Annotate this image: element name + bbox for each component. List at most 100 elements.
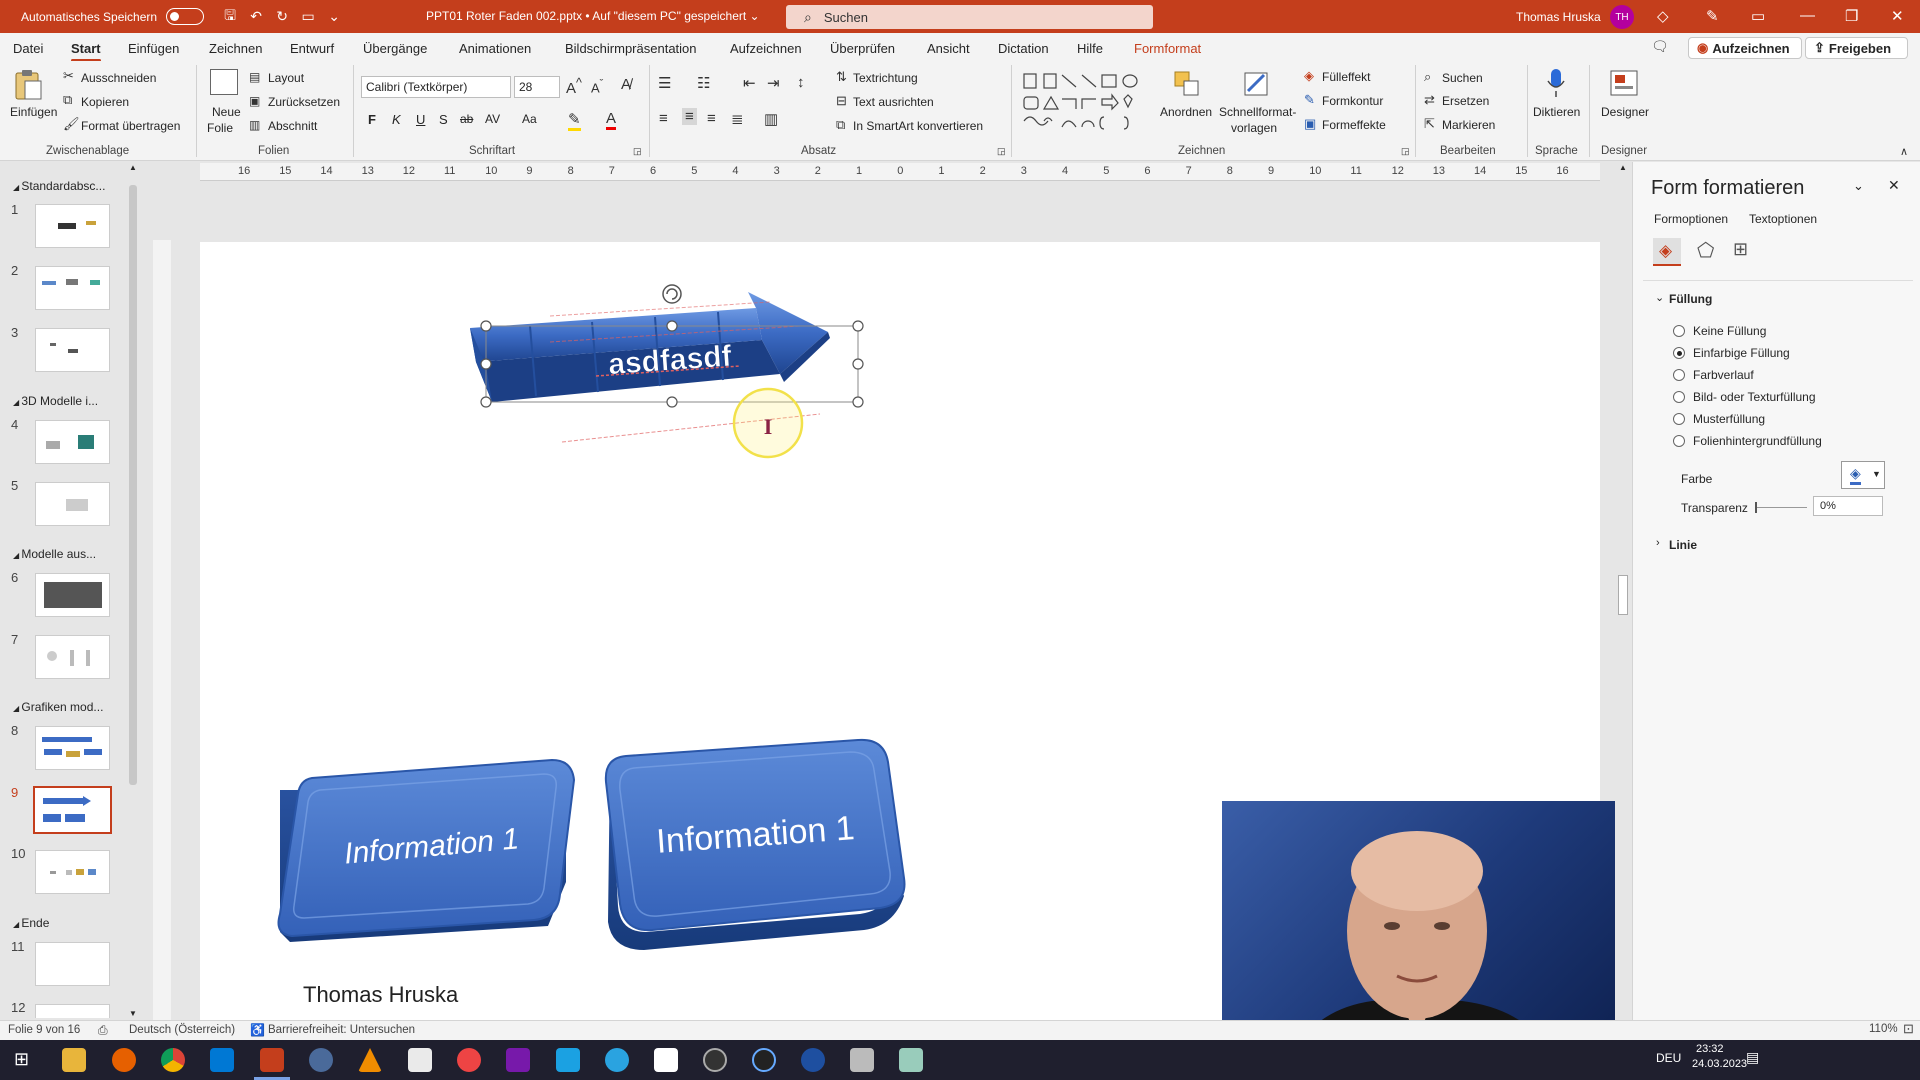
transparency-input[interactable]: 0% [1813, 496, 1883, 516]
slide-thumbnail[interactable] [35, 204, 110, 248]
format-painter-button[interactable]: Format übertragen [81, 119, 180, 133]
document-title[interactable]: PPT01 Roter Faden 002.pptx • Auf "diesem… [426, 9, 760, 23]
new-slide-icon[interactable] [210, 69, 238, 95]
file-explorer-icon[interactable] [62, 1048, 86, 1072]
scrollbar-thumb[interactable] [1618, 575, 1628, 615]
slide-scrollbar[interactable]: ▲ [1617, 163, 1629, 1020]
columns-icon[interactable]: ▥ [764, 110, 778, 128]
tab-einfuegen[interactable]: Einfügen [128, 41, 179, 56]
underline-button[interactable]: U [416, 112, 425, 127]
char-spacing-button[interactable]: AV [485, 112, 500, 126]
outlook-icon[interactable] [210, 1048, 234, 1072]
tray-language[interactable]: DEU [1656, 1051, 1681, 1065]
bold-button[interactable]: F [368, 112, 376, 127]
user-name[interactable]: Thomas Hruska [1516, 10, 1601, 24]
tab-datei[interactable]: Datei [13, 41, 43, 56]
fill-section-header[interactable]: Füllung [1669, 292, 1712, 306]
tab-text-options[interactable]: Textoptionen [1749, 212, 1817, 226]
font-dialog-launcher-icon[interactable]: ◲ [633, 146, 642, 157]
section-label[interactable]: Ende [13, 916, 49, 930]
section-label[interactable]: Standardabsc... [13, 179, 105, 193]
tab-hilfe[interactable]: Hilfe [1077, 41, 1103, 56]
radio-no-fill[interactable] [1673, 325, 1685, 337]
app-icon[interactable] [703, 1048, 727, 1072]
cut-button[interactable]: Ausschneiden [81, 71, 156, 85]
redo-icon[interactable]: ↻ [272, 8, 292, 25]
app-icon[interactable] [457, 1048, 481, 1072]
option-label[interactable]: Musterfüllung [1693, 412, 1765, 426]
shrink-font-icon[interactable]: Aˇ [591, 78, 603, 95]
radio-background-fill[interactable] [1673, 435, 1685, 447]
layout-button[interactable]: Layout [268, 71, 304, 85]
align-text-button[interactable]: Text ausrichten [853, 95, 934, 109]
fill-button[interactable]: Fülleffekt [1322, 70, 1370, 84]
scroll-up-icon[interactable]: ▲ [1619, 163, 1627, 172]
slide-thumbnail[interactable] [35, 573, 110, 617]
quick-styles-button-line2[interactable]: vorlagen [1231, 121, 1277, 135]
tab-start[interactable]: Start [71, 41, 101, 62]
pen-icon[interactable]: ✎ [1706, 7, 1719, 25]
section-button[interactable]: Abschnitt [268, 119, 317, 133]
autosave-toggle[interactable] [166, 8, 205, 25]
transparency-slider[interactable] [1755, 507, 1807, 508]
select-button[interactable]: Markieren [1442, 118, 1495, 132]
section-label[interactable]: 3D Modelle i... [13, 394, 98, 408]
customize-quick-access-icon[interactable]: ⌄ [324, 8, 344, 25]
windows-start-icon[interactable]: ⊞ [14, 1049, 29, 1070]
close-icon[interactable]: ✕ [1891, 7, 1904, 25]
tab-formformat[interactable]: Formformat [1134, 41, 1201, 56]
radio-gradient-fill[interactable] [1673, 369, 1685, 381]
tab-ansicht[interactable]: Ansicht [927, 41, 970, 56]
avatar[interactable]: TH [1610, 5, 1634, 29]
option-label[interactable]: Farbverlauf [1693, 368, 1754, 382]
section-label[interactable]: Grafiken mod... [13, 700, 103, 714]
font-color-icon[interactable]: A [606, 110, 617, 130]
tab-ueberpruefen[interactable]: Überprüfen [830, 41, 895, 56]
notifications-icon[interactable]: ▤ [1746, 1049, 1759, 1066]
radio-picture-fill[interactable] [1673, 391, 1685, 403]
grow-font-icon[interactable]: A^ [566, 76, 582, 97]
line-section-header[interactable]: Linie [1669, 538, 1697, 552]
radio-solid-fill[interactable] [1673, 347, 1685, 359]
slide-thumbnail[interactable] [35, 942, 110, 986]
radio-pattern-fill[interactable] [1673, 413, 1685, 425]
microphone-icon[interactable] [1545, 67, 1567, 99]
scrollbar-thumb[interactable] [129, 185, 137, 785]
color-picker-button[interactable]: ◈ ▼ [1841, 461, 1885, 489]
undo-icon[interactable]: ↶ [246, 8, 266, 25]
section-label[interactable]: Modelle aus... [13, 547, 96, 561]
tab-zeichnen[interactable]: Zeichnen [209, 41, 262, 56]
effects-button[interactable]: Formeffekte [1322, 118, 1386, 132]
slide-thumbnail-active[interactable] [33, 786, 112, 834]
app-icon[interactable] [408, 1048, 432, 1072]
option-label[interactable]: Einfarbige Füllung [1693, 346, 1790, 360]
pane-close-icon[interactable]: ✕ [1888, 177, 1900, 194]
comment-icon[interactable]: 🗨 [1651, 38, 1669, 55]
shape-gallery[interactable] [1020, 71, 1148, 141]
quick-styles-icon[interactable] [1242, 69, 1272, 99]
scroll-up-icon[interactable]: ▲ [129, 163, 137, 172]
app-icon[interactable] [801, 1048, 825, 1072]
thumbnail-scrollbar[interactable]: ▲ ▼ [128, 163, 138, 1018]
size-properties-icon[interactable]: ⊞ [1733, 239, 1748, 260]
vlc-icon[interactable] [358, 1048, 382, 1072]
replace-button[interactable]: Ersetzen [1442, 94, 1489, 108]
align-right-icon[interactable]: ≡ [707, 110, 716, 127]
app-icon[interactable] [850, 1048, 874, 1072]
chevron-down-icon[interactable]: ⌄ [1655, 291, 1664, 304]
text-direction-button[interactable]: Textrichtung [853, 71, 918, 85]
tab-uebergaenge[interactable]: Übergänge [363, 41, 427, 56]
align-center-icon[interactable]: ≡ [682, 108, 697, 125]
paste-button[interactable]: Einfügen [10, 105, 57, 119]
option-label[interactable]: Folienhintergrundfüllung [1693, 434, 1822, 448]
rotate-handle-icon[interactable] [662, 284, 682, 304]
zoom-level[interactable]: 110% [1869, 1023, 1898, 1035]
numbering-icon[interactable]: ☷ [697, 74, 710, 92]
new-slide-button[interactable]: Neue [212, 105, 241, 119]
designer-icon[interactable] [1609, 67, 1639, 99]
quick-styles-button[interactable]: Schnellformat- [1219, 105, 1296, 119]
pane-options-icon[interactable]: ⌄ [1853, 178, 1864, 194]
language-status[interactable]: Deutsch (Österreich) [129, 1024, 235, 1036]
tab-bildschirmpraesentation[interactable]: Bildschirmpräsentation [565, 41, 697, 56]
slide-thumbnail[interactable] [35, 420, 110, 464]
